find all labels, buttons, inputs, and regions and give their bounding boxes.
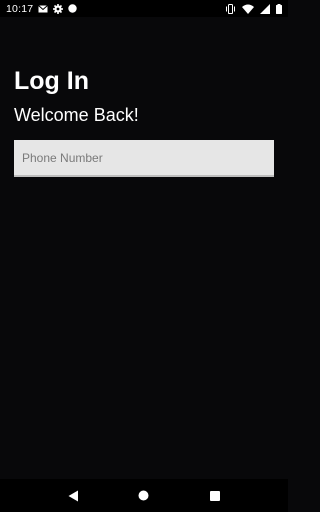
circle-icon (68, 4, 77, 13)
gear-icon (53, 3, 64, 14)
back-button[interactable] (61, 484, 85, 508)
back-icon (68, 490, 79, 502)
welcome-subtitle: Welcome Back! (14, 105, 139, 125)
page-title: Log In (14, 67, 89, 95)
phone-number-input[interactable] (14, 140, 274, 177)
mail-icon (38, 4, 49, 13)
navigation-bar (0, 479, 288, 512)
home-icon (138, 490, 149, 501)
recents-button[interactable] (203, 484, 227, 508)
vibrate-icon (225, 3, 236, 14)
signal-icon (260, 3, 270, 14)
battery-icon (276, 3, 282, 14)
login-screen: Log In Welcome Back! (0, 17, 288, 479)
status-bar: 10:17 (0, 0, 288, 17)
status-right (225, 3, 282, 14)
home-button[interactable] (132, 484, 156, 508)
recents-icon (209, 490, 220, 501)
status-time: 10:17 (6, 2, 34, 15)
status-left: 10:17 (6, 3, 77, 15)
wifi-icon (242, 4, 254, 14)
